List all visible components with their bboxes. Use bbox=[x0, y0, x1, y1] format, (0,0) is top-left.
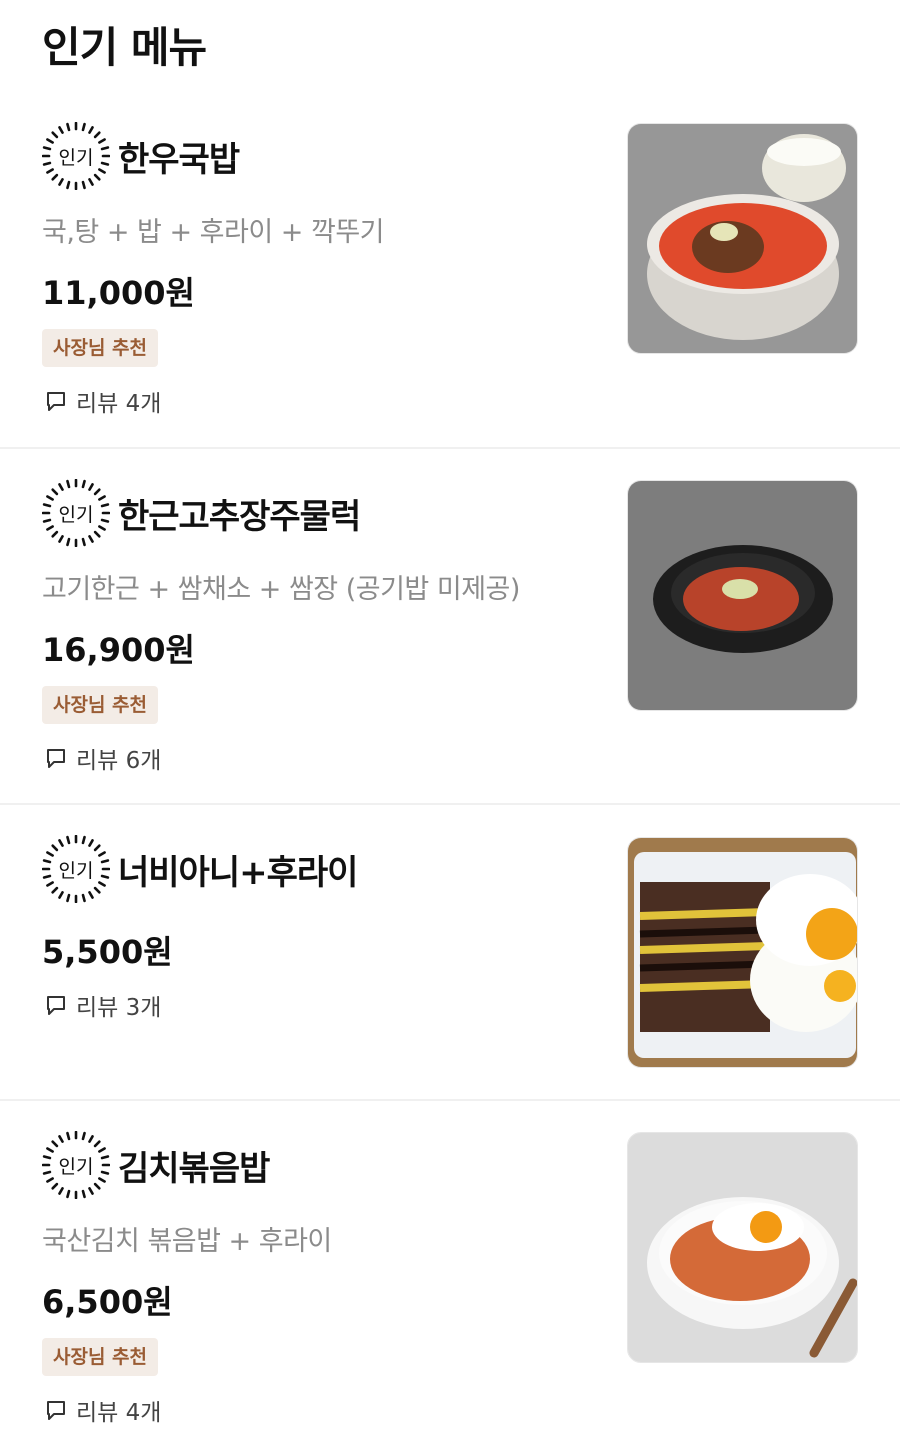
gochujang-pork-photo[interactable] bbox=[627, 480, 858, 711]
menu-item-description: 고기한근 + 쌈채소 + 쌈장 (공기밥 미제공) bbox=[42, 574, 520, 605]
review-count: 리뷰 4개 bbox=[76, 1400, 162, 1426]
menu-item[interactable]: 인기 김치볶음밥 국산김치 볶음밥 + 후라이 6,500원 사장님 추천 리뷰… bbox=[0, 1101, 900, 1439]
gukbap-photo[interactable] bbox=[627, 123, 858, 354]
neobiani-egg-photo[interactable] bbox=[627, 837, 858, 1068]
menu-item-name: 김치볶음밥 bbox=[118, 1148, 270, 1189]
review-bubble-icon bbox=[47, 392, 65, 411]
owner-recommend-badge: 사장님 추천 bbox=[42, 1338, 159, 1376]
menu-item[interactable]: 인기 한근고추장주물럭 고기한근 + 쌈채소 + 쌈장 (공기밥 미제공) 16… bbox=[0, 449, 900, 805]
menu-item-price: 11,000원 bbox=[42, 274, 195, 312]
svg-text:인기: 인기 bbox=[59, 147, 94, 169]
review-count: 리뷰 6개 bbox=[76, 748, 162, 774]
menu-item-name: 한우국밥 bbox=[118, 139, 240, 180]
owner-recommend-badge: 사장님 추천 bbox=[42, 329, 159, 367]
menu-item-name: 너비아니+후라이 bbox=[118, 852, 358, 893]
popular-badge-icon: 인기 bbox=[42, 122, 110, 190]
owner-recommend-badge: 사장님 추천 bbox=[42, 686, 159, 724]
popular-menu-page: 인기 메뉴 인기 한우국밥 국,탕 + 밥 + 후라이 + 깍뚜기 11,000… bbox=[0, 0, 900, 1439]
review-bubble-icon bbox=[47, 749, 65, 768]
menu-item-price: 5,500원 bbox=[42, 933, 173, 971]
svg-text:인기: 인기 bbox=[59, 860, 94, 882]
menu-item-description: 국산김치 볶음밥 + 후라이 bbox=[42, 1226, 332, 1257]
section-title: 인기 메뉴 bbox=[42, 23, 207, 72]
menu-item-price: 6,500원 bbox=[42, 1283, 173, 1321]
review-count: 리뷰 3개 bbox=[76, 995, 162, 1021]
menu-item[interactable]: 인기 너비아니+후라이 5,500원 리뷰 3개 bbox=[0, 805, 900, 1101]
popular-badge-icon: 인기 bbox=[42, 479, 110, 547]
popular-badge-icon: 인기 bbox=[42, 835, 110, 903]
menu-item-name: 한근고추장주물럭 bbox=[118, 496, 361, 537]
svg-text:인기: 인기 bbox=[59, 1156, 94, 1178]
review-bubble-icon bbox=[47, 1401, 65, 1420]
menu-item[interactable]: 인기 한우국밥 국,탕 + 밥 + 후라이 + 깍뚜기 11,000원 사장님 … bbox=[0, 92, 900, 449]
review-bubble-icon bbox=[47, 996, 65, 1015]
menu-item-description: 국,탕 + 밥 + 후라이 + 깍뚜기 bbox=[42, 217, 385, 248]
kimchi-fried-rice-photo[interactable] bbox=[627, 1132, 858, 1363]
menu-item-price: 16,900원 bbox=[42, 631, 195, 669]
review-count: 리뷰 4개 bbox=[76, 391, 162, 417]
svg-text:인기: 인기 bbox=[59, 504, 94, 526]
popular-badge-icon: 인기 bbox=[42, 1131, 110, 1199]
